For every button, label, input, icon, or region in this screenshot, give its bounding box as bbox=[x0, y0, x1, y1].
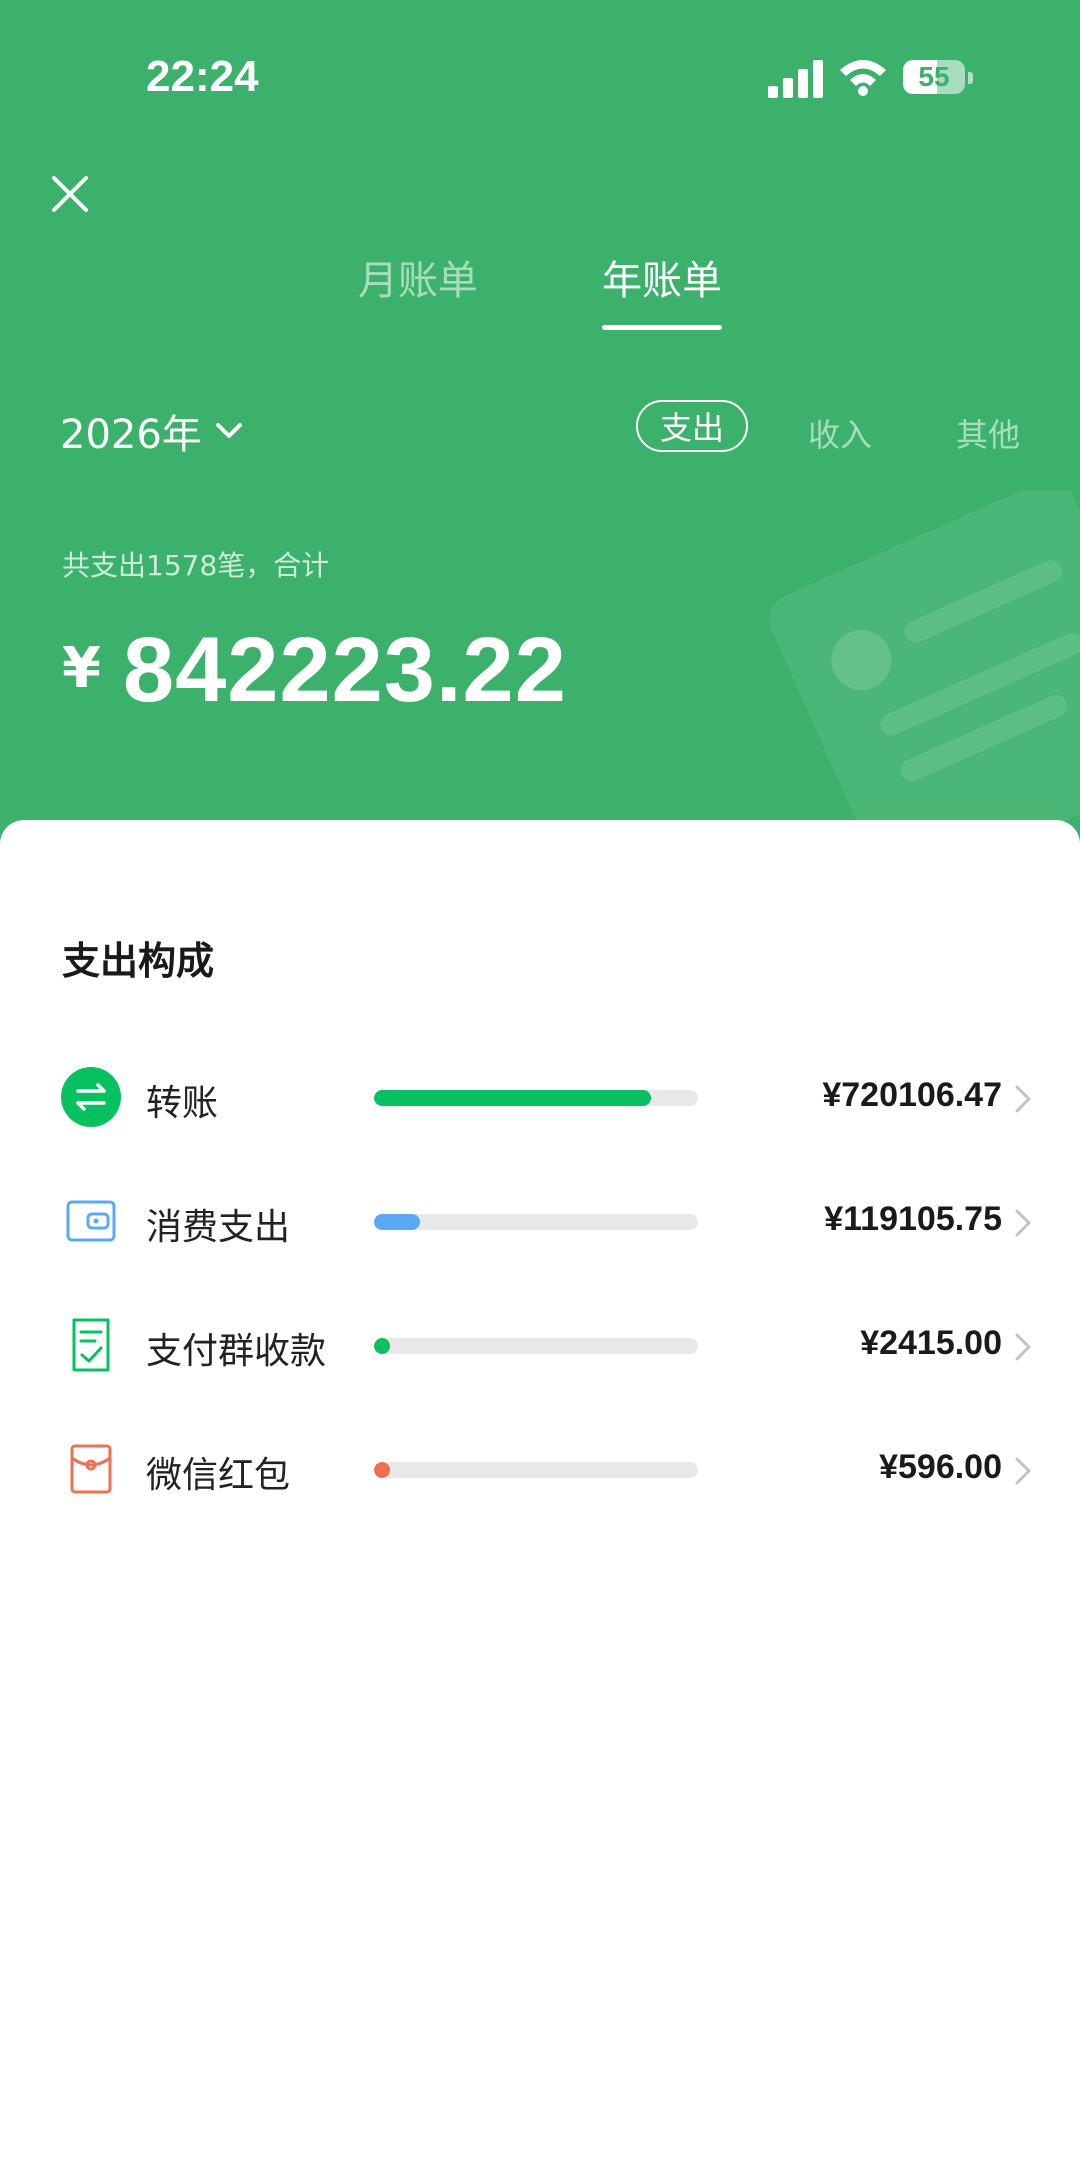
currency-symbol: ¥ bbox=[62, 636, 101, 701]
list-item-consumption[interactable]: 消费支出 ¥119105.75 bbox=[0, 1176, 1080, 1266]
tab-monthly-bill[interactable]: 月账单 bbox=[358, 248, 478, 306]
chevron-down-icon bbox=[215, 423, 242, 438]
chevron-right-icon bbox=[1015, 1085, 1031, 1113]
red-packet-icon bbox=[70, 1444, 112, 1494]
filter-other[interactable]: 其他 bbox=[956, 410, 1020, 456]
list-item-red-packet[interactable]: 微信红包 ¥596.00 bbox=[0, 1424, 1080, 1514]
chevron-right-icon bbox=[1015, 1209, 1031, 1237]
chevron-right-icon bbox=[1015, 1333, 1031, 1361]
progress-bar bbox=[374, 1338, 698, 1354]
status-time: 22:24 bbox=[146, 52, 259, 101]
wifi-icon bbox=[840, 60, 886, 96]
breakdown-card: 支出构成 转账 ¥720106.47 消费支出 ¥119105.75 支付群收款… bbox=[0, 820, 1080, 2181]
item-amount: ¥119105.75 bbox=[824, 1200, 1002, 1238]
list-item-group-receipt[interactable]: 支付群收款 ¥2415.00 bbox=[0, 1300, 1080, 1390]
cellular-signal-icon bbox=[768, 60, 823, 98]
bill-illustration-icon bbox=[769, 490, 1080, 830]
item-amount: ¥720106.47 bbox=[822, 1076, 1002, 1114]
item-amount: ¥596.00 bbox=[879, 1448, 1002, 1486]
summary-text: 共支出1578笔，合计 bbox=[62, 549, 330, 582]
battery-indicator: 55 bbox=[903, 58, 975, 98]
filter-expense[interactable]: 支出 bbox=[636, 400, 748, 452]
total-value: 842223.22 bbox=[122, 619, 567, 721]
group-receipt-icon bbox=[72, 1318, 110, 1372]
bill-tabs: 月账单 年账单 bbox=[0, 248, 1080, 330]
wallet-icon bbox=[66, 1200, 116, 1242]
tab-yearly-bill[interactable]: 年账单 bbox=[602, 248, 722, 330]
total-amount: ¥ 842223.22 bbox=[62, 618, 567, 723]
status-bar: 22:24 55 bbox=[0, 0, 1080, 160]
battery-level: 55 bbox=[918, 61, 950, 92]
year-selector[interactable]: 2026年 bbox=[60, 402, 244, 460]
section-title: 支出构成 bbox=[62, 939, 215, 983]
progress-bar bbox=[374, 1214, 698, 1230]
item-name: 转账 bbox=[146, 1083, 219, 1124]
list-item-transfer[interactable]: 转账 ¥720106.47 bbox=[0, 1052, 1080, 1142]
item-name: 消费支出 bbox=[146, 1207, 291, 1248]
year-label: 2026年 bbox=[60, 412, 202, 458]
progress-bar bbox=[374, 1090, 698, 1106]
item-amount: ¥2415.00 bbox=[860, 1324, 1002, 1362]
close-button[interactable] bbox=[46, 170, 94, 218]
transfer-icon bbox=[61, 1067, 121, 1127]
chevron-right-icon bbox=[1015, 1457, 1031, 1485]
progress-bar bbox=[374, 1462, 698, 1478]
item-name: 支付群收款 bbox=[146, 1331, 327, 1372]
item-name: 微信红包 bbox=[146, 1455, 291, 1496]
filter-income[interactable]: 收入 bbox=[808, 410, 872, 456]
